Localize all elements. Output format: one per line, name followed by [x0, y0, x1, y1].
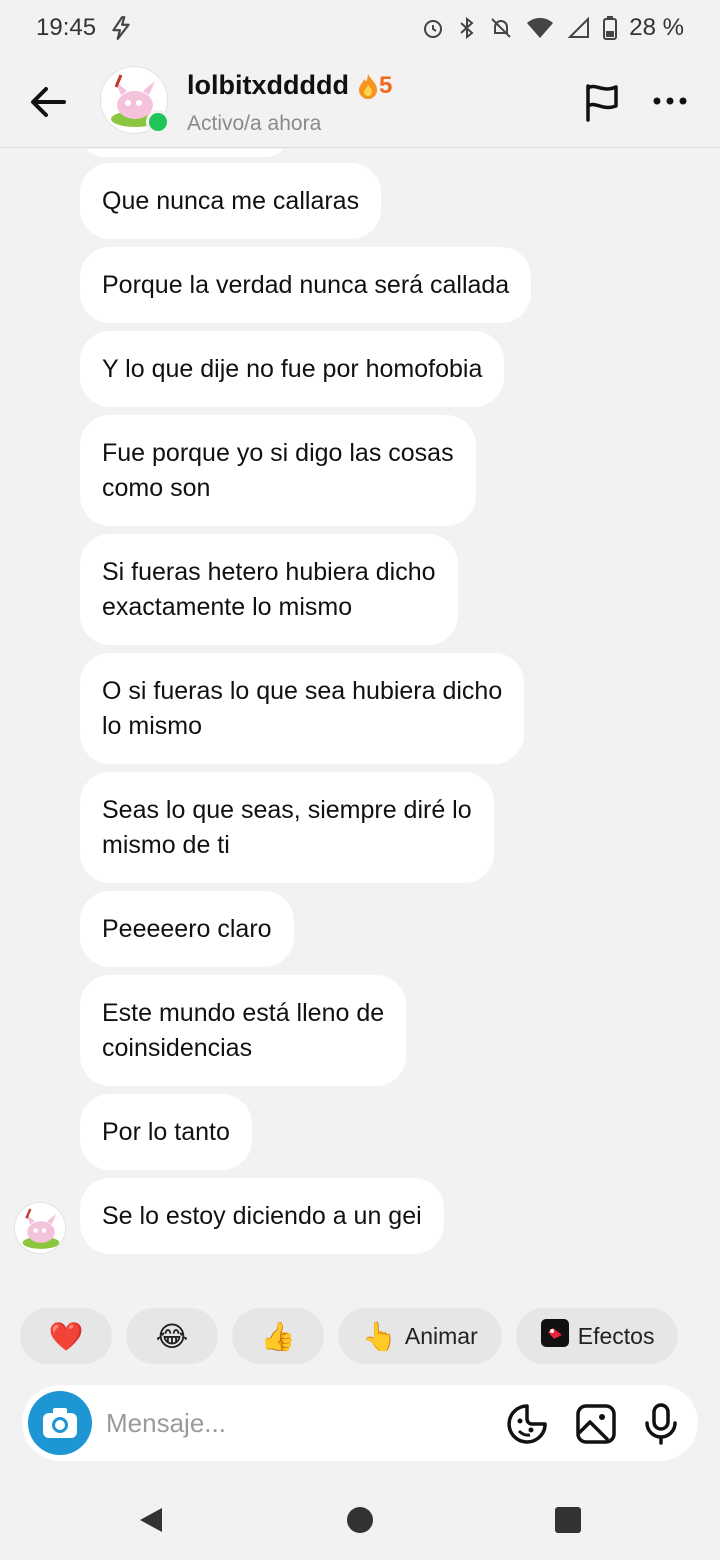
message-text: Este mundo está lleno de coinsidencias [102, 998, 385, 1062]
reaction-heart-button[interactable]: ❤️ [20, 1308, 112, 1364]
back-button[interactable] [26, 80, 70, 124]
animar-button[interactable]: 👆 Animar [338, 1308, 502, 1364]
username: lolbitxddddd [187, 70, 349, 100]
message-bubble[interactable]: Peeeeero claro [80, 891, 294, 967]
flag-icon [586, 84, 618, 122]
activity-status: Activo/a ahora [187, 112, 322, 135]
quick-reactions: ❤️ 😂 👍 👆 Animar Efectos [20, 1308, 720, 1364]
message-bubble[interactable]: Fue porque yo si digo las cosas como son [80, 415, 476, 526]
contact-avatar[interactable] [100, 66, 170, 134]
system-nav-bar [0, 1480, 720, 1560]
triangle-back-icon [140, 1508, 162, 1532]
battery-percent: 28 % [629, 14, 684, 41]
battery-icon [603, 16, 618, 40]
nav-back-button[interactable] [136, 1504, 168, 1536]
back-arrow-icon [31, 87, 66, 117]
message-bubble[interactable]: Y lo que dije no fue por homofobia [80, 331, 505, 407]
sticker-button[interactable] [506, 1403, 548, 1445]
flash-icon [108, 15, 134, 41]
alarm-icon [421, 16, 445, 40]
message-text: Porque la verdad nunca será callada [102, 270, 510, 299]
message-input[interactable] [106, 1403, 486, 1443]
message-text: O si fueras lo que sea hubiera dicho lo m… [102, 676, 503, 740]
reaction-laugh-button[interactable]: 😂 [126, 1308, 218, 1364]
gallery-icon [576, 1404, 616, 1444]
streak-badge: 5 [357, 72, 392, 100]
contact-name[interactable]: lolbitxddddd 5 [187, 70, 392, 101]
animar-label: Animar [404, 1322, 478, 1349]
more-icon [653, 97, 687, 105]
heart-icon: ❤️ [48, 1320, 84, 1352]
camera-button[interactable] [28, 1391, 92, 1455]
more-options-button[interactable] [650, 86, 690, 116]
message-composer [22, 1385, 698, 1461]
wifi-icon [525, 16, 555, 40]
circle-home-icon [347, 1507, 373, 1533]
signal-icon [567, 16, 591, 40]
laughing-icon: 😂 [155, 1320, 189, 1352]
message-bubble[interactable]: O si fueras lo que sea hubiera dicho lo m… [80, 653, 525, 764]
notifications-off-icon [489, 16, 513, 40]
message-bubble[interactable]: Por lo tanto [80, 1094, 252, 1170]
effects-icon [540, 1318, 570, 1354]
thumbs-up-icon: 👍 [260, 1320, 296, 1352]
status-bar: 19:45 28 % [0, 0, 720, 56]
reaction-thumbs-up-button[interactable]: 👍 [232, 1308, 324, 1364]
message-bubble[interactable]: Este mundo está lleno de coinsidencias [80, 975, 407, 1086]
message-bubble[interactable]: Si fueras hetero hubiera dicho exactament… [80, 534, 458, 645]
nav-recents-button[interactable] [552, 1504, 584, 1536]
message-text: Si fueras hetero hubiera dicho exactament… [102, 557, 436, 621]
message-text: Peeeeero claro [102, 914, 272, 943]
status-time: 19:45 [36, 14, 97, 41]
report-button[interactable] [580, 80, 624, 124]
message-bubble[interactable]: Seas lo que seas, siempre diré lo mismo d… [80, 772, 494, 883]
microphone-icon [645, 1403, 677, 1445]
nav-home-button[interactable] [344, 1504, 376, 1536]
online-indicator [146, 110, 170, 134]
effects-label: Efectos [577, 1322, 655, 1349]
sender-avatar[interactable] [14, 1202, 66, 1254]
message-bubble[interactable]: Porque la verdad nunca será callada [80, 247, 532, 323]
voice-button[interactable] [640, 1403, 682, 1445]
pointing-hand-icon: 👆 [362, 1320, 397, 1352]
message-text: Seas lo que seas, siempre diré lo mismo d… [102, 795, 472, 859]
message-text: Fue porque yo si digo las cosas como son [102, 438, 454, 502]
message-text: Se lo estoy diciendo a un gei [102, 1201, 422, 1230]
message-text: Por lo tanto [102, 1117, 230, 1146]
message-text: Que nunca me callaras [102, 186, 360, 215]
chat-header: lolbitxddddd 5 Activo/a ahora [0, 56, 720, 148]
message-bubble[interactable]: Que nunca me callaras [80, 163, 382, 239]
bluetooth-icon [457, 16, 477, 40]
message-bubble[interactable]: Se lo estoy diciendo a un gei [80, 1178, 444, 1254]
streak-count: 5 [378, 71, 393, 99]
camera-icon [43, 1408, 77, 1438]
gallery-button[interactable] [575, 1403, 617, 1445]
square-recents-icon [555, 1507, 581, 1533]
message-list[interactable]: Que nunca me callaras Porque la verdad n… [0, 149, 720, 1279]
sticker-icon [507, 1404, 547, 1444]
message-bubble-partial [80, 149, 290, 157]
effects-button[interactable]: Efectos [515, 1308, 679, 1364]
fire-icon [358, 73, 377, 99]
message-text: Y lo que dije no fue por homofobia [102, 354, 483, 383]
